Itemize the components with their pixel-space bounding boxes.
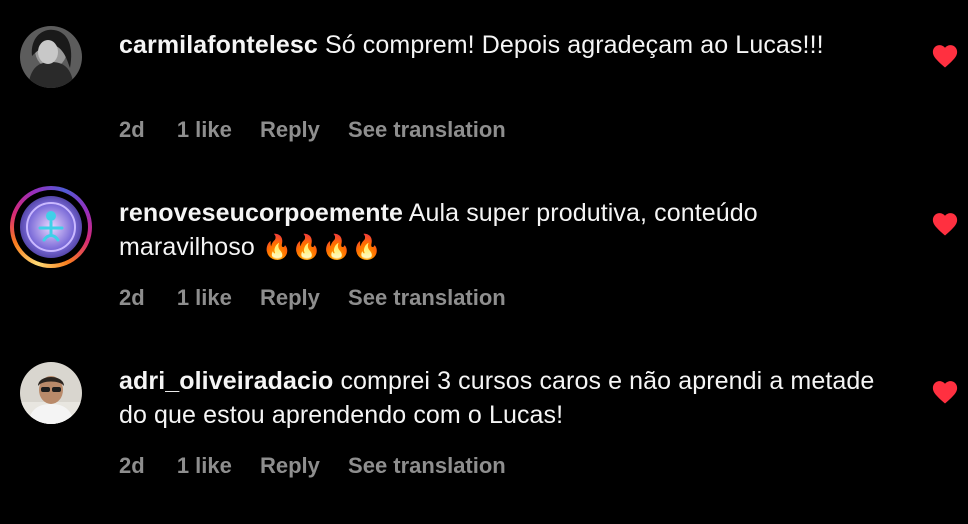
comment-body: Só comprem! Depois agradeçam ao Lucas!!! xyxy=(324,31,824,59)
reply-button[interactable]: Reply xyxy=(260,117,320,142)
fire-emoji: 🔥🔥🔥🔥 xyxy=(261,234,382,261)
see-translation-link[interactable]: See translation xyxy=(348,453,506,478)
avatar xyxy=(20,196,82,258)
comment-text: carmilafontelesc Só comprem! Depois agra… xyxy=(119,28,889,62)
comment-timestamp[interactable]: 2d xyxy=(119,285,145,310)
comment-username[interactable]: carmilafontelesc xyxy=(119,31,318,59)
comment-text: renoveseucorpoemente Aula super produtiv… xyxy=(119,196,889,265)
reply-button[interactable]: Reply xyxy=(260,453,320,478)
reply-button[interactable]: Reply xyxy=(260,285,320,310)
comment-likes-link[interactable]: 1 like xyxy=(177,117,232,142)
see-translation-link[interactable]: See translation xyxy=(348,117,506,142)
comment-timestamp[interactable]: 2d xyxy=(119,117,145,142)
comment-meta: 2d 1 like Reply See translation xyxy=(119,285,528,311)
comment-likes-link[interactable]: 1 like xyxy=(177,453,232,478)
story-ring[interactable] xyxy=(10,186,92,268)
see-translation-link[interactable]: See translation xyxy=(348,285,506,310)
comment-timestamp[interactable]: 2d xyxy=(119,453,145,478)
heart-filled-icon[interactable] xyxy=(932,212,958,236)
avatar[interactable] xyxy=(20,362,82,424)
heart-filled-icon[interactable] xyxy=(932,380,958,404)
comment-likes-link[interactable]: 1 like xyxy=(177,285,232,310)
comment-meta: 2d 1 like Reply See translation xyxy=(119,117,528,143)
user-photo-icon xyxy=(20,362,82,424)
user-photo-icon xyxy=(20,26,82,88)
comment-text: adri_oliveiradacio comprei 3 cursos caro… xyxy=(119,364,889,432)
heart-filled-icon[interactable] xyxy=(932,44,958,68)
avatar[interactable] xyxy=(20,26,82,88)
comment-username[interactable]: adri_oliveiradacio xyxy=(119,367,333,395)
meditation-logo-icon xyxy=(20,196,82,258)
comment-username[interactable]: renoveseucorpoemente xyxy=(119,199,403,227)
comment-meta: 2d 1 like Reply See translation xyxy=(119,453,528,479)
